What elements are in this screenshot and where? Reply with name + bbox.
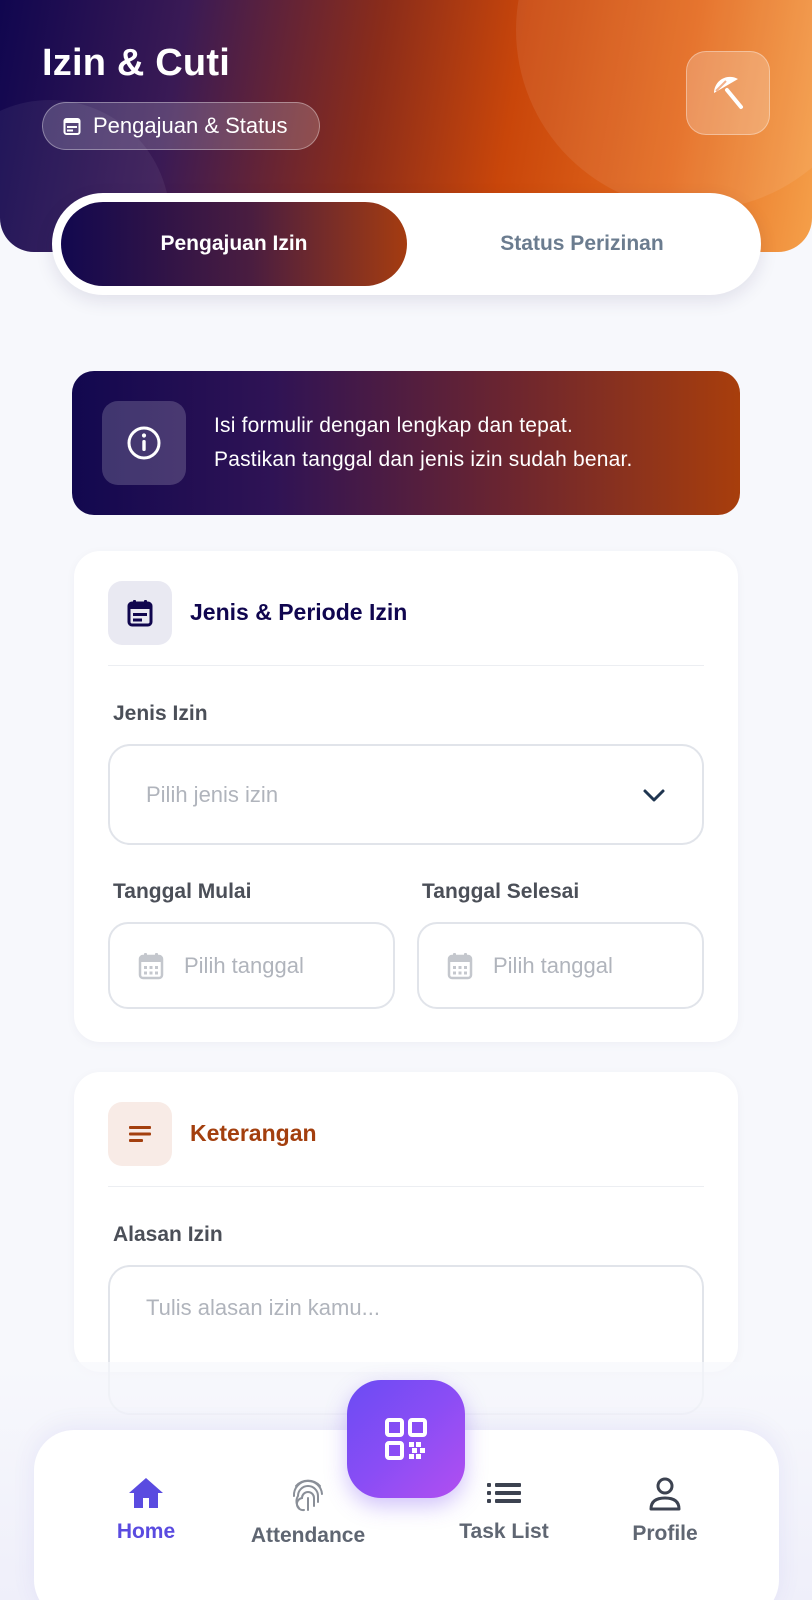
calendar-icon	[63, 118, 81, 135]
scan-qr-button[interactable]	[347, 1380, 465, 1498]
start-date-field[interactable]: Pilih tanggal	[108, 922, 395, 1009]
end-date-field[interactable]: Pilih tanggal	[417, 922, 704, 1009]
calendar-icon	[447, 952, 473, 979]
reason-label: Alasan Izin	[113, 1223, 223, 1246]
home-icon	[129, 1478, 163, 1508]
page-title: Izin & Cuti	[42, 42, 230, 84]
calendar-icon	[127, 599, 153, 626]
leave-period-card: Jenis & Periode Izin Jenis Izin Pilih je…	[74, 551, 738, 1042]
nav-profile[interactable]: Profile	[585, 1476, 745, 1546]
subtitle-text: Pengajuan & Status	[93, 113, 288, 138]
card-header: Keterangan	[108, 1101, 704, 1166]
qr-code-icon	[385, 1418, 427, 1460]
leave-type-select[interactable]: Pilih jenis izin	[108, 744, 704, 845]
beach-umbrella-icon	[713, 76, 743, 109]
reason-placeholder: Tulis alasan izin kamu...	[146, 1295, 380, 1320]
user-icon	[649, 1477, 681, 1511]
fingerprint-icon	[292, 1479, 323, 1512]
leave-type-placeholder: Pilih jenis izin	[146, 781, 279, 807]
leave-menu-button[interactable]	[686, 51, 770, 135]
card-icon-box	[108, 1101, 172, 1166]
tab-bar: Pengajuan Izin Status Perizinan	[52, 193, 761, 295]
info-icon-box	[102, 401, 186, 485]
nav-label: Attendance	[250, 1524, 366, 1547]
nav-label: Profile	[632, 1522, 698, 1545]
tab-status-perizinan[interactable]: Status Perizinan	[412, 202, 752, 286]
info-line: Pastikan tanggal dan jenis izin sudah be…	[214, 448, 633, 471]
divider	[108, 665, 704, 666]
chevron-down-icon	[643, 789, 665, 802]
notes-icon	[129, 1125, 151, 1142]
divider	[108, 1186, 704, 1187]
card-icon-box	[108, 580, 172, 645]
card-header: Jenis & Periode Izin	[108, 580, 704, 645]
end-date-label: Tanggal Selesai	[422, 880, 580, 903]
info-text: Isi formulir dengan lengkap dan tepat. P…	[214, 409, 633, 477]
list-icon	[487, 1483, 521, 1503]
start-date-label: Tanggal Mulai	[113, 880, 252, 903]
info-banner: Isi formulir dengan lengkap dan tepat. P…	[72, 371, 740, 515]
nav-label: Task List	[459, 1520, 549, 1543]
start-date-placeholder: Pilih tanggal	[184, 952, 304, 978]
calendar-icon	[138, 952, 164, 979]
card-title: Keterangan	[190, 1120, 317, 1146]
tab-pengajuan-izin[interactable]: Pengajuan Izin	[61, 202, 407, 286]
end-date-placeholder: Pilih tanggal	[493, 952, 613, 978]
nav-label: Home	[116, 1520, 176, 1543]
card-title: Jenis & Periode Izin	[190, 599, 408, 625]
nav-home[interactable]: Home	[66, 1476, 226, 1544]
subtitle-badge: Pengajuan & Status	[42, 102, 320, 150]
info-icon	[127, 426, 161, 460]
info-line: Isi formulir dengan lengkap dan tepat.	[214, 414, 573, 437]
leave-type-label: Jenis Izin	[113, 702, 208, 725]
notes-card: Keterangan Alasan Izin Tulis alasan izin…	[74, 1072, 738, 1415]
